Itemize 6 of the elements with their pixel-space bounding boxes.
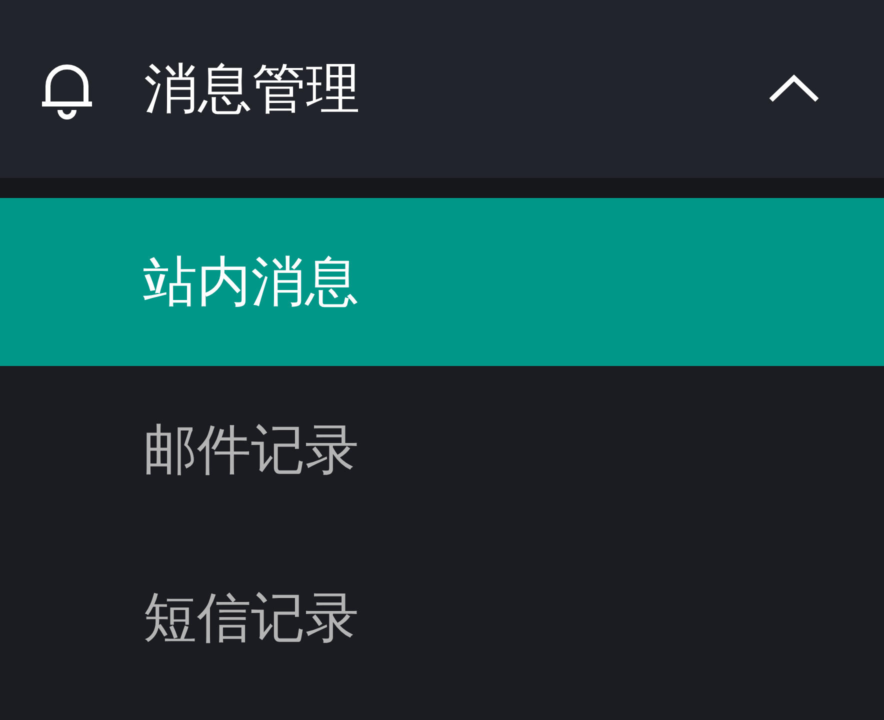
submenu-item[interactable]: 站内消息 (0, 198, 884, 366)
menu-title: 消息管理 (144, 62, 360, 116)
menu-header[interactable]: 消息管理 (0, 0, 884, 178)
submenu-item[interactable]: 短信记录 (0, 534, 884, 702)
submenu-item[interactable]: 邮件记录 (0, 366, 884, 534)
chevron-up-icon (768, 74, 820, 104)
